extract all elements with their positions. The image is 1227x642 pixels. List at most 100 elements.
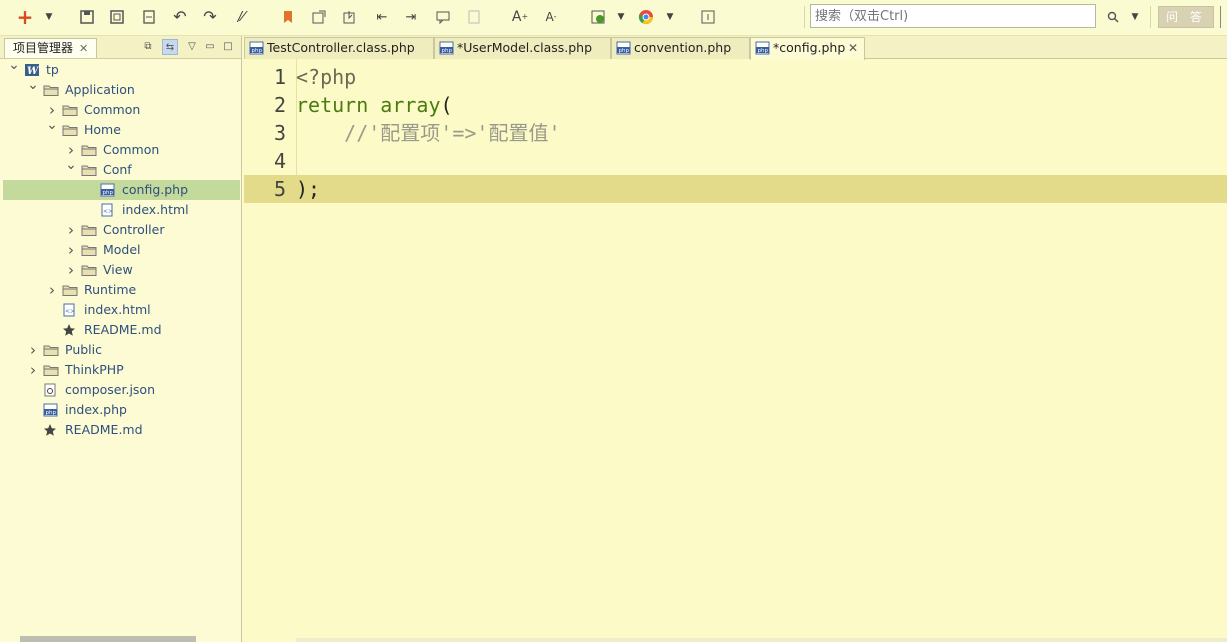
folder-icon [81,263,97,277]
tree-item-label: ThinkPHP [65,362,124,377]
save-icon[interactable] [78,8,96,26]
code-text: ); [296,175,320,203]
tab-convention[interactable]: php convention.php [611,37,750,59]
line-number: 3 [273,121,286,145]
line-number: 5 [273,177,286,201]
tree-item[interactable]: › Runtime [0,280,240,300]
tab-testcontroller[interactable]: php TestController.class.php [244,37,434,59]
format-code-icon[interactable]: /⁄ [232,8,250,26]
chevron-right-icon[interactable]: › [65,240,77,260]
tree-item[interactable]: › Common [0,140,240,160]
project-tree: ⌄ Wtp ⌄ Application › Common ⌄ Home › Common ⌄ Conf… [0,57,240,440]
browser-dropdown-chevron-icon[interactable]: ▼ [661,8,679,26]
chevron-right-icon[interactable]: › [27,360,39,380]
svg-text:php: php [46,410,57,416]
maximize-icon[interactable]: □ [221,39,235,53]
search-dropdown-chevron-icon[interactable]: ▼ [1126,8,1144,26]
tree-item[interactable]: README.md [0,420,240,440]
php-file-icon: php [755,41,770,55]
code-line[interactable]: 5); [244,175,1227,203]
export-icon[interactable] [310,8,328,26]
step-out-icon[interactable]: ⇥ [402,8,420,26]
code-token: return [296,93,381,117]
tree-item-label: index.html [84,302,151,317]
tree-item[interactable]: › Public [0,340,240,360]
run-icon[interactable] [589,8,607,26]
code-line[interactable]: 1 <?php [244,63,1227,91]
code-area[interactable]: 1 <?php 2 return array(3 //'配置项'=>'配置值' 4 5); [244,59,1227,642]
tree-item[interactable]: php config.php [3,180,240,200]
php-file-icon: php [439,41,454,55]
code-line[interactable]: 3 //'配置项'=>'配置值' [244,119,1227,147]
tree-item[interactable]: composer.json [0,380,240,400]
project-explorer-tab-label: 项目管理器 [13,41,74,55]
tree-item[interactable]: ⌄ Home [0,117,240,140]
json-file-icon [43,383,59,397]
tree-item[interactable]: php index.php [0,400,240,420]
undo-icon[interactable]: ↶ [171,8,189,26]
tree-item[interactable]: ⌄ Application [0,77,240,100]
chevron-down-icon[interactable]: ⌄ [46,115,58,135]
chevron-right-icon[interactable]: › [65,260,77,280]
search-icon[interactable] [1104,8,1122,26]
font-decrease-icon[interactable]: A- [542,8,560,26]
chevron-down-icon[interactable]: ⌄ [65,155,77,175]
import-icon[interactable] [341,8,359,26]
code-text: <?php [296,63,356,91]
readme-star-icon [62,323,78,337]
line-number: 2 [273,93,286,117]
collapse-all-icon[interactable]: ⧉ [141,39,155,53]
tab-usermodel[interactable]: php *UserModel.class.php [434,37,611,59]
font-increase-icon[interactable]: A + [511,8,529,26]
comment-icon[interactable] [434,8,452,26]
tree-item-label: Conf [103,162,132,177]
tree-item[interactable]: <> index.html [0,200,240,220]
code-line[interactable]: 4 [244,147,1227,175]
code-line[interactable]: 2 return array( [244,91,1227,119]
revert-icon[interactable] [140,8,158,26]
close-icon[interactable]: ✕ [79,39,88,58]
tree-item-label: Common [84,102,141,117]
tree-item[interactable]: › ThinkPHP [0,360,240,380]
run-dropdown-chevron-icon[interactable]: ▼ [612,8,630,26]
close-icon[interactable]: ✕ [848,38,858,58]
view-menu-chevron-icon[interactable]: ▽ [185,39,199,53]
tree-item[interactable]: › View [0,260,240,280]
tab-config[interactable]: php *config.php ✕ [750,37,865,60]
php-file-icon: php [616,41,631,55]
chevron-down-icon[interactable]: ⌄ [8,55,20,75]
chevron-right-icon[interactable]: › [27,340,39,360]
search-input[interactable] [810,4,1096,28]
chrome-browser-icon[interactable] [637,8,655,26]
tab-label: convention.php [634,40,732,55]
tree-item-label: Application [65,82,135,97]
qa-button[interactable]: 问 答 [1158,6,1214,28]
code-token: ); [296,177,321,201]
bookmark-icon[interactable] [279,8,297,26]
tree-item-label: config.php [122,182,189,197]
project-explorer-panel: 项目管理器 ✕ ⧉ ⇆ ▽ ▭ □ ⌄ Wtp ⌄ Application › Commo… [0,36,242,642]
minimize-icon[interactable]: ▭ [203,39,217,53]
tree-item[interactable]: › Model [0,240,240,260]
chevron-down-icon[interactable]: ⌄ [27,75,39,95]
tree-item[interactable]: <> index.html [0,300,240,320]
new-dropdown-chevron-icon[interactable]: ▼ [40,8,58,26]
new-plus-icon[interactable]: + [16,7,34,27]
step-into-icon[interactable]: ⇤ [373,8,391,26]
save-all-icon[interactable] [108,8,126,26]
tree-item-label: composer.json [65,382,156,397]
link-editor-icon[interactable]: ⇆ [162,39,178,55]
redo-icon[interactable]: ↷ [201,8,219,26]
horizontal-scrollbar[interactable] [20,636,196,642]
tree-item[interactable]: › Common [0,100,240,120]
folder-icon [62,123,78,137]
tree-item-label: README.md [84,322,162,337]
editor-bottom-strip [296,638,1227,642]
tree-item-label: Model [103,242,141,257]
chevron-right-icon[interactable]: › [46,280,58,300]
tree-item[interactable]: README.md [0,320,240,340]
chevron-right-icon[interactable]: › [65,220,77,240]
info-icon[interactable] [699,8,717,26]
tree-item[interactable]: ⌄ Conf [0,157,240,180]
tree-item[interactable]: › Controller [0,220,240,240]
